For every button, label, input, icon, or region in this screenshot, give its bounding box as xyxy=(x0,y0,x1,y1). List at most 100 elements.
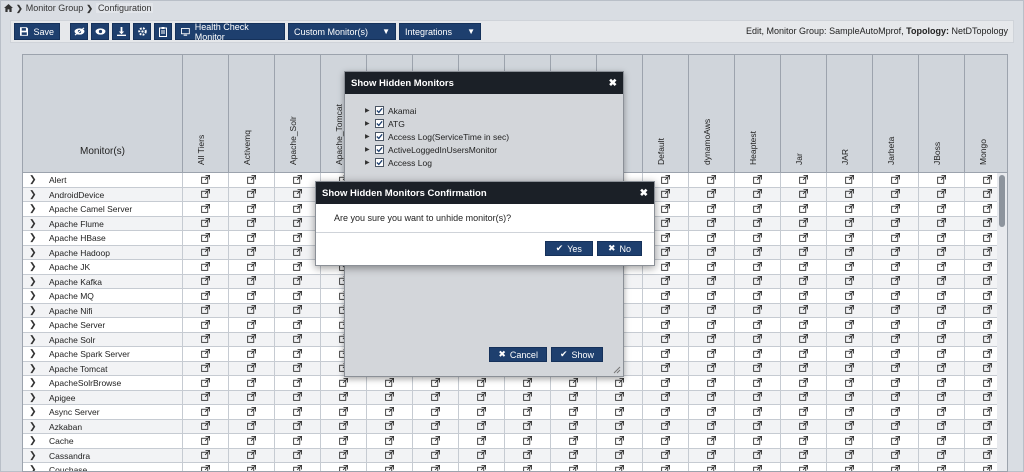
external-link-icon[interactable] xyxy=(661,247,670,258)
external-link-icon[interactable] xyxy=(753,421,762,432)
external-link-icon[interactable] xyxy=(293,377,302,389)
external-link-icon[interactable] xyxy=(615,392,624,403)
external-link-icon[interactable] xyxy=(523,406,532,418)
external-link-icon[interactable] xyxy=(753,406,762,418)
external-link-icon[interactable] xyxy=(799,232,808,244)
column-header[interactable]: JAR xyxy=(827,55,873,173)
show-hidden-monitors-button[interactable] xyxy=(91,23,109,40)
external-link-icon[interactable] xyxy=(891,203,900,215)
external-link-icon[interactable] xyxy=(615,464,624,471)
external-link-icon[interactable] xyxy=(293,261,302,273)
external-link-icon[interactable] xyxy=(983,261,992,273)
external-link-icon[interactable] xyxy=(983,319,992,331)
custom-monitors-dropdown[interactable]: Custom Monitor(s) ▼ xyxy=(288,23,396,40)
external-link-icon[interactable] xyxy=(753,348,762,360)
external-link-icon[interactable] xyxy=(891,305,900,316)
external-link-icon[interactable] xyxy=(707,232,716,244)
external-link-icon[interactable] xyxy=(293,305,302,316)
external-link-icon[interactable] xyxy=(661,406,670,418)
external-link-icon[interactable] xyxy=(937,174,946,186)
external-link-icon[interactable] xyxy=(983,450,992,461)
external-link-icon[interactable] xyxy=(753,189,762,200)
external-link-icon[interactable] xyxy=(937,218,946,229)
chevron-right-icon[interactable]: ❯ xyxy=(29,218,37,229)
external-link-icon[interactable] xyxy=(799,450,808,461)
external-link-icon[interactable] xyxy=(247,392,256,403)
external-link-icon[interactable] xyxy=(293,290,302,302)
external-link-icon[interactable] xyxy=(891,363,900,374)
chevron-right-icon[interactable]: ❯ xyxy=(29,232,37,243)
external-link-icon[interactable] xyxy=(431,464,440,471)
external-link-icon[interactable] xyxy=(891,450,900,461)
external-link-icon[interactable] xyxy=(983,174,992,186)
external-link-icon[interactable] xyxy=(799,203,808,215)
external-link-icon[interactable] xyxy=(799,435,808,447)
external-link-icon[interactable] xyxy=(293,232,302,244)
external-link-icon[interactable] xyxy=(293,435,302,447)
external-link-icon[interactable] xyxy=(661,421,670,432)
chevron-right-icon[interactable]: ❯ xyxy=(29,435,37,446)
external-link-icon[interactable] xyxy=(247,450,256,461)
external-link-icon[interactable] xyxy=(661,261,670,273)
column-header[interactable]: Activemq xyxy=(229,55,275,173)
external-link-icon[interactable] xyxy=(569,392,578,403)
external-link-icon[interactable] xyxy=(891,435,900,447)
external-link-icon[interactable] xyxy=(983,348,992,360)
external-link-icon[interactable] xyxy=(247,174,256,186)
external-link-icon[interactable] xyxy=(983,189,992,200)
external-link-icon[interactable] xyxy=(799,290,808,302)
external-link-icon[interactable] xyxy=(661,203,670,215)
hidden-monitor-item[interactable]: ▶ Akamai xyxy=(365,104,509,117)
table-row[interactable]: ❯ ApacheSolrBrowse xyxy=(23,376,1007,391)
external-link-icon[interactable] xyxy=(983,305,992,316)
external-link-icon[interactable] xyxy=(661,290,670,302)
external-link-icon[interactable] xyxy=(937,247,946,258)
external-link-icon[interactable] xyxy=(523,464,532,471)
external-link-icon[interactable] xyxy=(385,406,394,418)
external-link-icon[interactable] xyxy=(891,174,900,186)
external-link-icon[interactable] xyxy=(753,276,762,287)
external-link-icon[interactable] xyxy=(385,464,394,471)
column-header[interactable]: Heaptest xyxy=(735,55,781,173)
external-link-icon[interactable] xyxy=(845,189,854,200)
external-link-icon[interactable] xyxy=(569,421,578,432)
show-button[interactable]: ✔ Show xyxy=(550,347,603,362)
chevron-right-icon[interactable]: ❯ xyxy=(29,450,37,461)
external-link-icon[interactable] xyxy=(661,189,670,200)
external-link-icon[interactable] xyxy=(569,450,578,461)
external-link-icon[interactable] xyxy=(707,305,716,316)
external-link-icon[interactable] xyxy=(753,435,762,447)
external-link-icon[interactable] xyxy=(201,406,210,418)
close-icon[interactable]: ✖ xyxy=(640,188,648,199)
external-link-icon[interactable] xyxy=(707,421,716,432)
external-link-icon[interactable] xyxy=(891,377,900,389)
external-link-icon[interactable] xyxy=(799,247,808,258)
external-link-icon[interactable] xyxy=(937,232,946,244)
table-row[interactable]: ❯ Cache xyxy=(23,434,1007,449)
external-link-icon[interactable] xyxy=(753,232,762,244)
external-link-icon[interactable] xyxy=(845,334,854,345)
external-link-icon[interactable] xyxy=(799,392,808,403)
external-link-icon[interactable] xyxy=(247,363,256,374)
column-header[interactable]: Apache_Solr xyxy=(275,55,321,173)
external-link-icon[interactable] xyxy=(845,261,854,273)
external-link-icon[interactable] xyxy=(983,406,992,418)
chevron-right-icon[interactable]: ❯ xyxy=(29,276,37,287)
column-header[interactable]: All Tiers xyxy=(183,55,229,173)
external-link-icon[interactable] xyxy=(707,348,716,360)
column-header[interactable]: JBoss xyxy=(919,55,965,173)
external-link-icon[interactable] xyxy=(891,261,900,273)
external-link-icon[interactable] xyxy=(845,203,854,215)
home-icon[interactable] xyxy=(4,4,13,12)
table-row[interactable]: ❯ Couchase xyxy=(23,463,1007,471)
external-link-icon[interactable] xyxy=(247,276,256,287)
external-link-icon[interactable] xyxy=(799,276,808,287)
monitor-checkbox[interactable] xyxy=(375,119,384,128)
external-link-icon[interactable] xyxy=(293,363,302,374)
external-link-icon[interactable] xyxy=(385,377,394,389)
column-header[interactable]: Jar xyxy=(781,55,827,173)
external-link-icon[interactable] xyxy=(661,334,670,345)
external-link-icon[interactable] xyxy=(293,334,302,345)
cancel-button[interactable]: ✖ Cancel xyxy=(489,347,547,362)
external-link-icon[interactable] xyxy=(523,377,532,389)
